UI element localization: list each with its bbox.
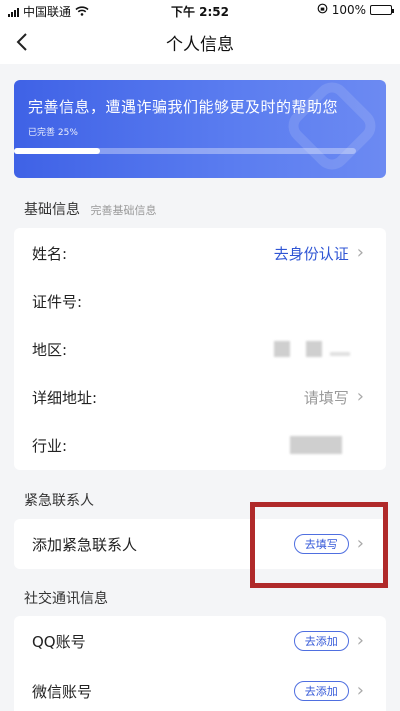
social-header: 社交通讯信息 (24, 588, 108, 608)
row-address-label: 详细地址: (32, 388, 98, 407)
row-industry[interactable]: 行业: (14, 421, 386, 469)
banner-title: 完善信息，遭遇诈骗我们能够更及时的帮助您 (28, 98, 339, 116)
redacted-region-1 (274, 341, 290, 357)
identity-verify-link[interactable]: 去身份认证 (274, 243, 349, 264)
chevron-right-icon: › (356, 386, 364, 407)
battery-percent: 100% (331, 3, 366, 17)
chevron-left-icon (16, 33, 27, 51)
qq-label: QQ账号 (32, 632, 86, 651)
status-right: 100% (317, 3, 394, 17)
basic-info-subtitle: 完善基础信息 (90, 204, 157, 217)
add-wechat-button[interactable]: 去添加 (293, 681, 349, 701)
highlight-annotation (250, 502, 388, 588)
social-card: QQ账号 去添加 › 微信账号 去添加 › (14, 616, 386, 711)
completion-banner: 完善信息，遭遇诈骗我们能够更及时的帮助您 已完善 25% (14, 80, 386, 178)
basic-info-title: 基础信息 (24, 202, 80, 218)
row-wechat[interactable]: 微信账号 去添加 › (14, 666, 386, 711)
basic-info-header: 基础信息 完善基础信息 (24, 199, 156, 219)
add-qq-button[interactable]: 去添加 (293, 631, 349, 651)
row-region-label: 地区: (32, 340, 68, 359)
redacted-region-3 (330, 352, 350, 356)
chevron-right-icon: › (356, 680, 364, 701)
battery-icon (370, 5, 394, 15)
status-bar: 中国联通 下午 2:52 100% (0, 0, 400, 20)
social-title: 社交通讯信息 (24, 591, 108, 607)
wechat-label: 微信账号 (32, 682, 93, 701)
row-industry-label: 行业: (32, 436, 68, 455)
chevron-right-icon: › (356, 242, 364, 263)
redacted-industry (290, 436, 342, 454)
row-qq[interactable]: QQ账号 去添加 › (14, 616, 386, 666)
address-placeholder: 请填写 (303, 388, 349, 407)
row-region[interactable]: 地区: (14, 325, 386, 373)
row-address[interactable]: 详细地址: 请填写 › (14, 373, 386, 421)
basic-info-card: 姓名: 去身份认证 › 证件号: 地区: 详细地址: 请填写 › 行业: (14, 228, 386, 470)
row-name[interactable]: 姓名: 去身份认证 › (14, 229, 386, 277)
row-id-number-label: 证件号: (32, 292, 83, 311)
row-id-number[interactable]: 证件号: (14, 277, 386, 325)
nav-bar: 个人信息 (0, 20, 400, 64)
banner-decoration (281, 80, 383, 177)
orientation-lock-icon (317, 3, 328, 17)
emergency-header: 紧急联系人 (24, 490, 94, 510)
chevron-right-icon: › (356, 630, 364, 651)
page-title: 个人信息 (166, 34, 234, 55)
banner-progress-text: 已完善 25% (28, 128, 78, 138)
progress-bar (14, 148, 356, 154)
add-emergency-contact-label: 添加紧急联系人 (32, 535, 138, 554)
emergency-title: 紧急联系人 (24, 493, 94, 509)
back-button[interactable] (10, 30, 34, 54)
progress-fill (14, 148, 100, 154)
row-name-label: 姓名: (32, 244, 68, 263)
redacted-region-2 (306, 341, 322, 357)
